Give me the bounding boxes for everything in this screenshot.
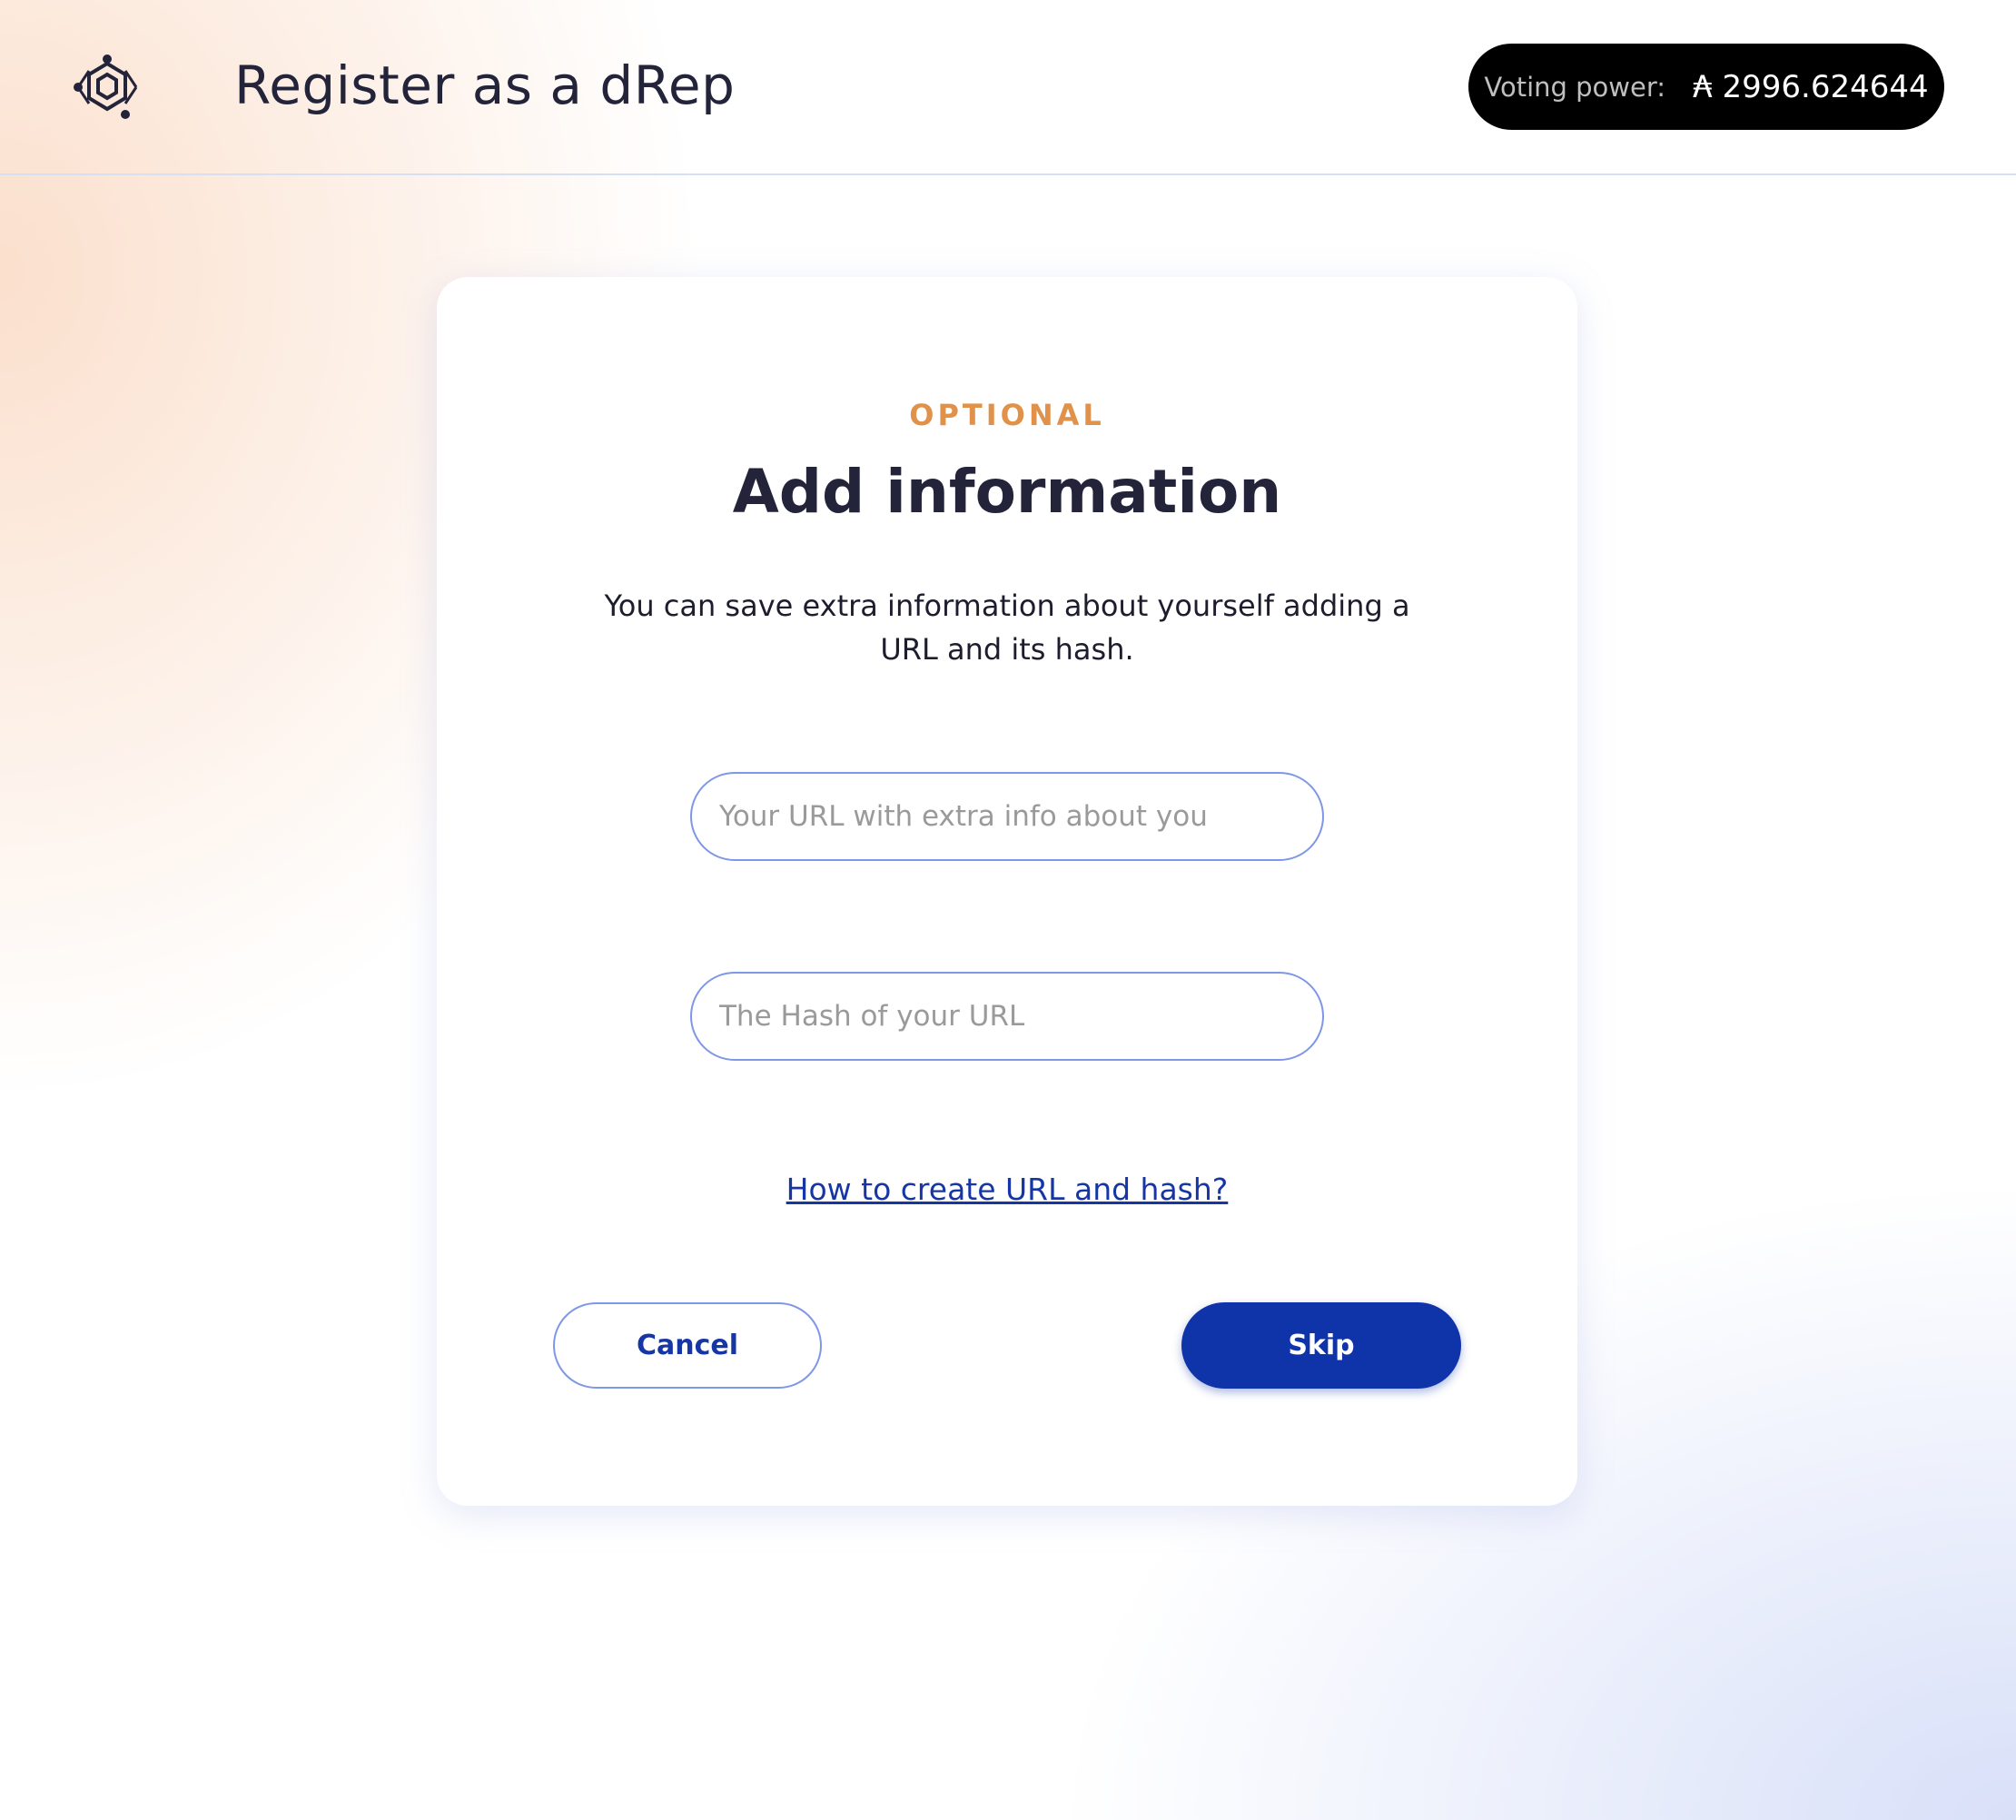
top-header: Register as a dRep Voting power: ₳ 2996.… bbox=[0, 0, 2016, 175]
url-input[interactable] bbox=[690, 772, 1324, 861]
voting-power-value: ₳ 2996.624644 bbox=[1693, 68, 1929, 105]
voting-power-badge: Voting power: ₳ 2996.624644 bbox=[1468, 44, 1944, 130]
hash-input[interactable] bbox=[690, 972, 1324, 1061]
cancel-button[interactable]: Cancel bbox=[553, 1302, 822, 1389]
card-title: Add information bbox=[732, 457, 1282, 527]
page-title: Register as a dRep bbox=[234, 54, 736, 116]
hexagon-logo-icon bbox=[74, 54, 138, 119]
add-information-card: OPTIONAL Add information You can save ex… bbox=[437, 277, 1577, 1506]
help-link-container: How to create URL and hash? bbox=[437, 1172, 1577, 1207]
card-description: You can save extra information about you… bbox=[604, 589, 1410, 667]
how-to-create-url-hash-link[interactable]: How to create URL and hash? bbox=[786, 1172, 1229, 1207]
skip-button[interactable]: Skip bbox=[1181, 1302, 1461, 1389]
voting-power-label: Voting power: bbox=[1484, 71, 1666, 103]
optional-tag: OPTIONAL bbox=[909, 398, 1105, 432]
